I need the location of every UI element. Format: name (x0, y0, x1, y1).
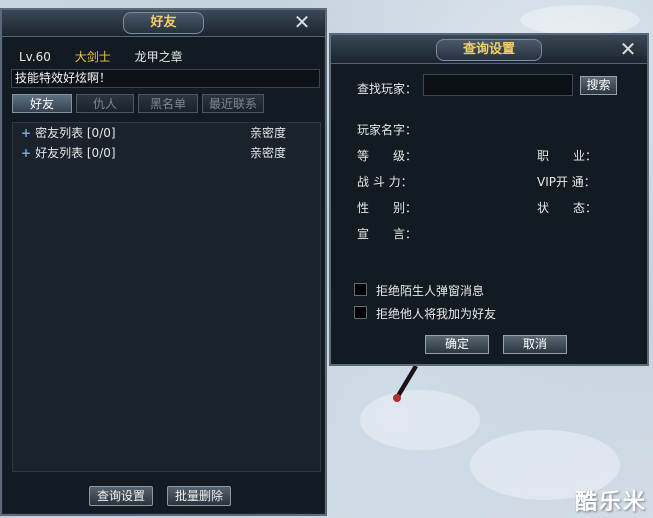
friends-titlebar[interactable]: 好友 ✕ (2, 10, 325, 37)
find-player-label: 查找玩家： (357, 82, 418, 96)
group-label: 好友列表 [0/0] (35, 146, 116, 160)
status-label: 状 态： (537, 201, 598, 215)
reject-friend-add-checkbox[interactable] (354, 306, 367, 319)
list-item-close-friends[interactable]: + 密友列表 [0/0] 亲密度 (21, 125, 311, 141)
tab-enemies[interactable]: 仇人 (76, 94, 134, 113)
player-level: Lv.60 (19, 50, 51, 64)
list-item-friends[interactable]: + 好友列表 [0/0] 亲密度 (21, 145, 311, 161)
player-class: 大剑士 (74, 50, 111, 64)
confirm-button[interactable]: 确定 (425, 335, 489, 354)
close-icon[interactable]: ✕ (292, 12, 312, 32)
reject-friend-add-label[interactable]: 拒绝他人将我加为好友 (376, 305, 496, 322)
query-settings-dialog: 查询设置 ✕ 查找玩家： 搜索 玩家名字： 等 级： 战 斗 力： 性 别： 宣… (329, 33, 649, 366)
player-name-label: 玩家名字： (357, 123, 418, 137)
player-info-bar: Lv.60 大剑士 龙甲之章 (19, 48, 203, 64)
watermark-logo: 酷乐米 (574, 490, 647, 515)
sword-blade-icon (393, 365, 418, 402)
query-titlebar[interactable]: 查询设置 ✕ (331, 35, 647, 64)
query-settings-button[interactable]: 查询设置 (89, 486, 153, 506)
tab-recent-contacts[interactable]: 最近联系 (202, 94, 264, 113)
batch-delete-button[interactable]: 批量删除 (167, 486, 231, 506)
friends-title: 好友 (123, 12, 204, 34)
search-input[interactable] (423, 74, 573, 96)
gender-label: 性 别： (357, 201, 418, 215)
tab-blacklist[interactable]: 黑名单 (138, 94, 198, 113)
cancel-button[interactable]: 取消 (503, 335, 567, 354)
friends-window: 好友 ✕ Lv.60 大剑士 龙甲之章 技能特效好炫啊！ 好友 仇人 黑名单 最… (0, 8, 327, 516)
snow-texture (520, 5, 640, 35)
reject-stranger-label[interactable]: 拒绝陌生人弹窗消息 (376, 282, 484, 299)
friends-list-panel: + 密友列表 [0/0] 亲密度 + 好友列表 [0/0] 亲密度 (12, 122, 321, 472)
intimacy-header: 亲密度 (250, 126, 287, 140)
group-label: 密友列表 [0/0] (35, 126, 116, 140)
search-button[interactable]: 搜索 (580, 76, 617, 95)
power-label: 战 斗 力： (357, 175, 413, 189)
player-guild: 龙甲之章 (134, 50, 183, 64)
job-label: 职 业： (537, 149, 598, 163)
query-title: 查询设置 (435, 39, 542, 61)
tab-friends[interactable]: 好友 (12, 94, 72, 113)
close-icon[interactable]: ✕ (618, 39, 638, 59)
declaration-label: 宣 言： (357, 227, 418, 241)
reject-stranger-checkbox[interactable] (354, 283, 367, 296)
plus-icon[interactable]: + (21, 126, 31, 140)
level-label: 等 级： (357, 149, 418, 163)
vip-label: VIP开 通： (537, 175, 596, 189)
plus-icon[interactable]: + (21, 146, 31, 160)
intimacy-header: 亲密度 (250, 146, 287, 160)
signature-field[interactable]: 技能特效好炫啊！ (11, 69, 320, 88)
